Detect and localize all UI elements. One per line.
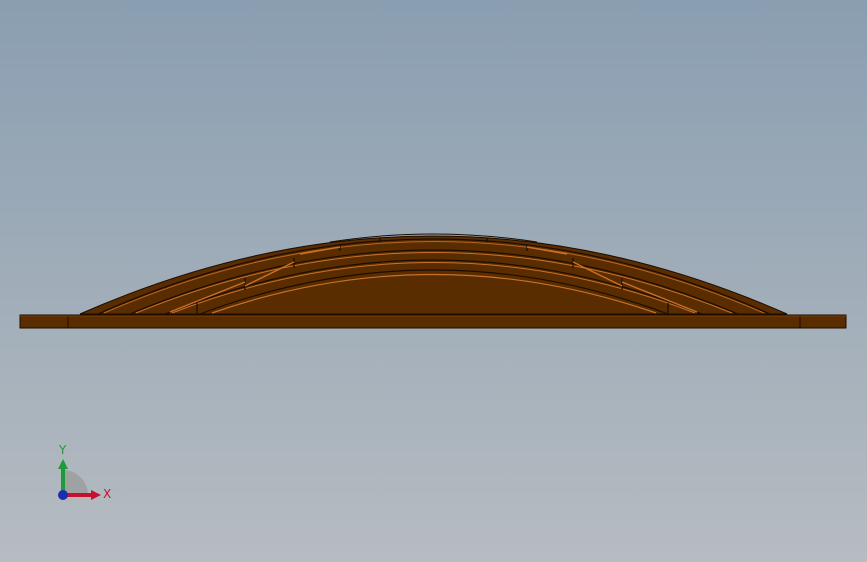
triad-y-label: Y (58, 443, 67, 457)
triad-z-axis-icon (58, 490, 68, 500)
model-view[interactable] (0, 0, 867, 562)
triad-y-arrow-icon (58, 459, 68, 469)
graphics-viewport[interactable]: Y X (0, 0, 867, 562)
base-plate (19, 314, 847, 329)
triad-rotation-arc (63, 470, 88, 495)
reference-triad[interactable]: Y X (50, 440, 120, 510)
triad-x-arrow-icon (91, 490, 101, 500)
triad-x-label: X (103, 487, 111, 501)
